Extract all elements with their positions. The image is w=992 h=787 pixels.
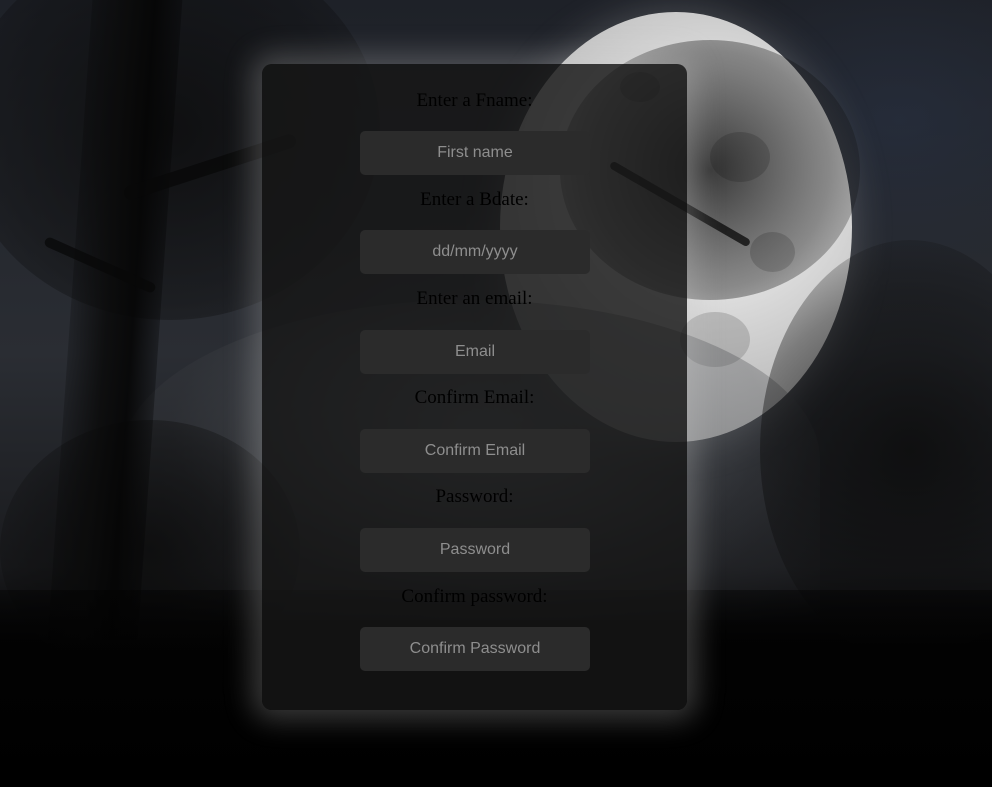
email-label: Enter an email: (416, 288, 533, 309)
page-background: Enter a Fname: Enter a Bdate: Enter an e… (0, 0, 992, 787)
password-input[interactable] (360, 528, 590, 572)
email-input[interactable] (360, 330, 590, 374)
confirm-password-input[interactable] (360, 627, 590, 671)
confirm-email-input[interactable] (360, 429, 590, 473)
birthdate-input[interactable] (360, 230, 590, 274)
first-name-input[interactable] (360, 131, 590, 175)
confirm-password-label: Confirm password: (401, 586, 548, 607)
confirm-email-label: Confirm Email: (414, 387, 535, 408)
password-label: Password: (435, 486, 514, 507)
signup-form-card: Enter a Fname: Enter a Bdate: Enter an e… (262, 64, 687, 710)
first-name-label: Enter a Fname: (416, 90, 533, 111)
birthdate-label: Enter a Bdate: (420, 189, 529, 210)
